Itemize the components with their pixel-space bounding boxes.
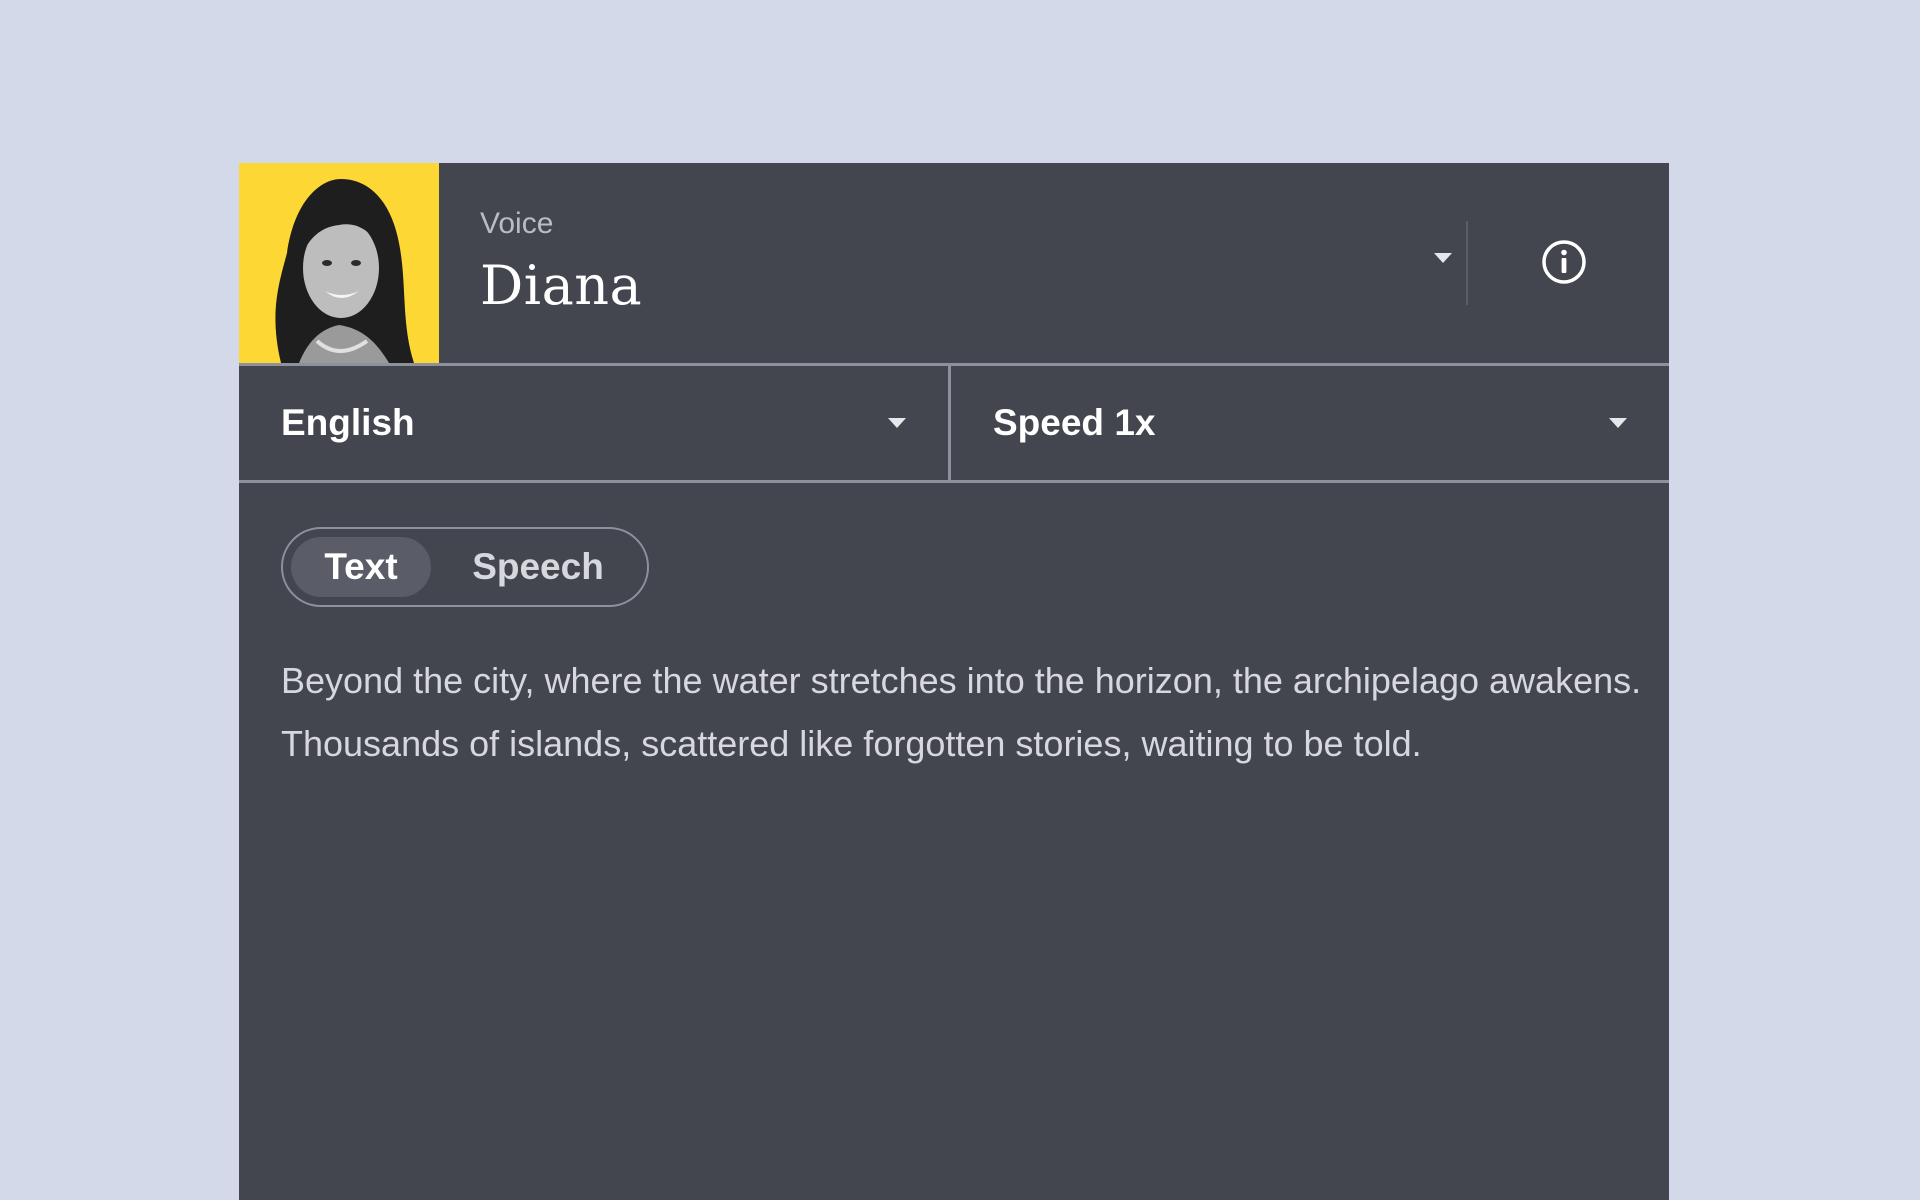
voice-label: Voice bbox=[480, 207, 554, 240]
settings-row: English Speed 1x bbox=[239, 363, 1669, 483]
speed-dropdown[interactable]: Speed 1x bbox=[951, 366, 1669, 480]
voice-dropdown[interactable]: Voice Diana bbox=[439, 163, 1467, 363]
chevron-down-icon[interactable] bbox=[1434, 253, 1452, 263]
header-divider bbox=[1466, 221, 1468, 305]
chevron-down-icon bbox=[1609, 418, 1627, 428]
transcript-text: Beyond the city, where the water stretch… bbox=[281, 660, 1642, 764]
voice-name: Diana bbox=[480, 254, 643, 317]
info-button[interactable] bbox=[1539, 237, 1589, 287]
language-value: English bbox=[281, 402, 415, 443]
tab-speech[interactable]: Speech bbox=[443, 537, 633, 597]
mode-toggle: Text Speech bbox=[281, 527, 649, 607]
speed-value: Speed 1x bbox=[993, 402, 1156, 443]
avatar-portrait bbox=[239, 163, 439, 363]
tab-text[interactable]: Text bbox=[291, 537, 431, 597]
info-icon bbox=[1542, 240, 1586, 284]
chevron-down-icon bbox=[888, 418, 906, 428]
avatar bbox=[239, 163, 439, 363]
voice-header: Voice Diana bbox=[239, 163, 1669, 363]
language-dropdown[interactable]: English bbox=[239, 366, 951, 480]
voice-panel: Voice Diana English Speed 1x Text Speech… bbox=[239, 163, 1669, 1200]
